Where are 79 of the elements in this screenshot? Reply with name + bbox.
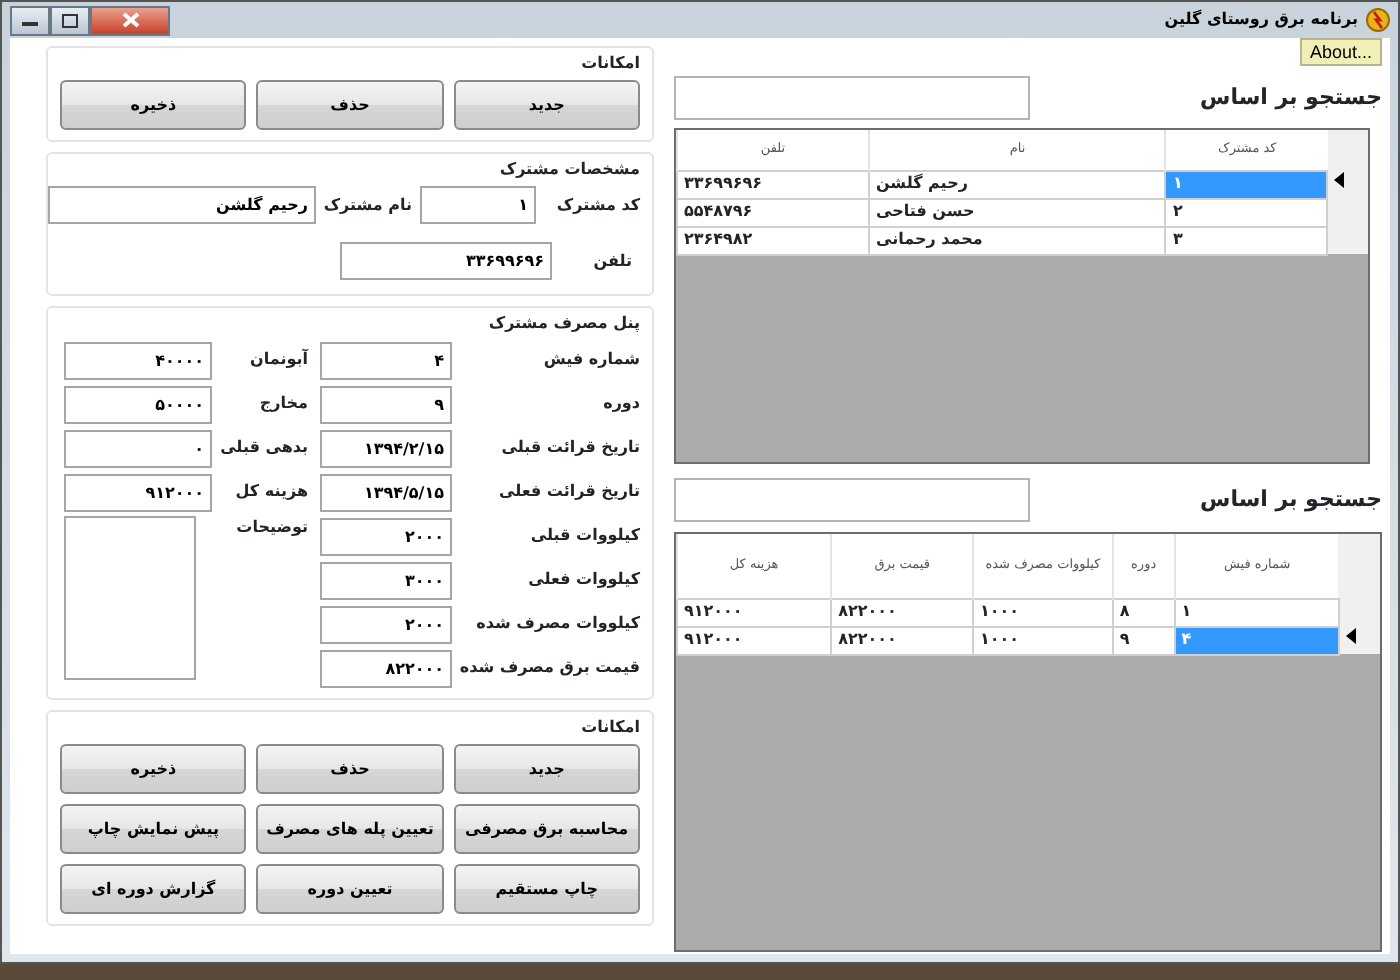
input-field[interactable]: ۱۳۹۴/۲/۱۵ — [320, 429, 452, 467]
close-button[interactable] — [90, 5, 170, 35]
about-button[interactable]: About... — [1299, 38, 1382, 66]
table-cell: ۹۱۲۰۰۰ — [677, 598, 832, 626]
field-label: کیلووات قبلی — [528, 524, 640, 548]
input-field[interactable]: ۰ — [64, 429, 212, 467]
table-cell: ۴ — [1174, 626, 1339, 654]
table-cell: ۹ — [1112, 626, 1175, 654]
table-cell: ۹۱۲۰۰۰ — [677, 626, 832, 654]
field-label: آبونمان — [248, 348, 308, 372]
table-cell: ۳ — [1165, 226, 1328, 254]
search-label: جستجو بر اساس — [1198, 81, 1382, 114]
close-icon — [121, 12, 139, 28]
input-field[interactable]: ۹ — [320, 385, 452, 423]
table-cell: محمد رحمانی — [868, 226, 1166, 254]
field-label: قیمت برق مصرف شده — [460, 656, 640, 680]
group-title: امکانات — [581, 52, 640, 74]
table-cell: ۸ — [1112, 598, 1175, 626]
input-field[interactable]: ۳۳۶۹۹۶۹۶ — [340, 242, 552, 280]
field-label: کد مشترک — [554, 193, 640, 217]
maximize-icon — [62, 13, 78, 27]
field-label: دوره — [601, 392, 640, 416]
input-field[interactable]: ۴۰۰۰۰ — [64, 341, 212, 379]
table-cell: ۱۰۰۰ — [973, 626, 1113, 654]
window-title: برنامه برق روستای گلین — [1164, 8, 1358, 32]
action-button[interactable]: جدید — [453, 744, 640, 794]
table-cell: حسن فتاحی — [868, 198, 1166, 226]
action-button[interactable]: تعیین دوره — [256, 864, 444, 914]
input-field[interactable]: ۳۰۰۰ — [320, 561, 452, 599]
field-label: بدهی قبلی — [220, 436, 308, 460]
minimize-button[interactable] — [10, 5, 50, 35]
table-cell: ۸۲۲۰۰۰ — [831, 626, 974, 654]
input-field[interactable]: ۲۰۰۰ — [320, 605, 452, 643]
input-field[interactable]: ۴ — [320, 341, 452, 379]
search-label: جستجو بر اساس — [1198, 483, 1382, 516]
notes-field[interactable] — [64, 516, 196, 680]
field-label: مخارج — [257, 392, 308, 416]
field-label: کیلووات فعلی — [526, 568, 640, 592]
action-button[interactable]: تعیین پله های مصرف — [256, 804, 444, 854]
action-button[interactable]: حذف — [256, 80, 444, 130]
action-button[interactable]: ذخیره — [60, 744, 247, 794]
field-label: تلفن — [591, 249, 632, 273]
input-field[interactable]: ۱۳۹۴/۵/۱۵ — [320, 473, 452, 511]
input-field[interactable]: ۱ — [420, 186, 536, 224]
field-label: شماره فیش — [541, 348, 640, 372]
action-button[interactable]: پیش نمایش چاپ — [60, 804, 247, 854]
table-cell: رحیم گلشن — [868, 170, 1166, 198]
table-cell: ۵۵۴۸۷۹۶ — [677, 198, 869, 226]
search-field[interactable] — [674, 76, 1030, 120]
action-button[interactable]: چاپ مستقیم — [453, 864, 640, 914]
search-field[interactable] — [674, 478, 1030, 522]
group-title: امکانات — [581, 716, 640, 738]
group-title: پنل مصرف مشترک — [488, 312, 640, 334]
table-cell: ۲ — [1165, 198, 1328, 226]
maximize-button[interactable] — [50, 5, 90, 35]
field-label: توضیحات — [234, 516, 308, 540]
input-field[interactable]: ۲۰۰۰ — [320, 517, 452, 555]
table-cell: ۱۰۰۰ — [973, 598, 1113, 626]
input-field[interactable]: ۸۲۲۰۰۰ — [320, 649, 452, 687]
table-cell: ۳۳۶۹۹۶۹۶ — [677, 170, 869, 198]
field-label: تاریخ قرائت فعلی — [497, 480, 640, 504]
input-field[interactable]: ۵۰۰۰۰ — [64, 385, 212, 423]
field-label: تاریخ قرائت قبلی — [499, 436, 640, 460]
action-button[interactable]: محاسبه برق مصرفی — [453, 804, 640, 854]
field-label: نام مشترک — [324, 193, 412, 217]
app-icon — [1366, 8, 1390, 32]
table-cell: ۱ — [1165, 170, 1328, 198]
action-button[interactable]: گزارش دوره ای — [60, 864, 247, 914]
field-label: هزینه کل — [233, 480, 308, 504]
action-button[interactable]: جدید — [453, 80, 640, 130]
action-button[interactable]: ذخیره — [60, 80, 247, 130]
group-title: مشخصات مشترک — [499, 158, 640, 180]
table-cell: ۸۲۲۰۰۰ — [831, 598, 974, 626]
field-label: کیلووات مصرف شده — [474, 612, 640, 636]
table-cell: ۲۳۶۴۹۸۲ — [677, 226, 869, 254]
table-cell: ۱ — [1174, 598, 1339, 626]
input-field[interactable]: رحیم گلشن — [48, 186, 316, 224]
action-button[interactable]: حذف — [256, 744, 444, 794]
input-field[interactable]: ۹۱۲۰۰۰ — [64, 473, 212, 511]
